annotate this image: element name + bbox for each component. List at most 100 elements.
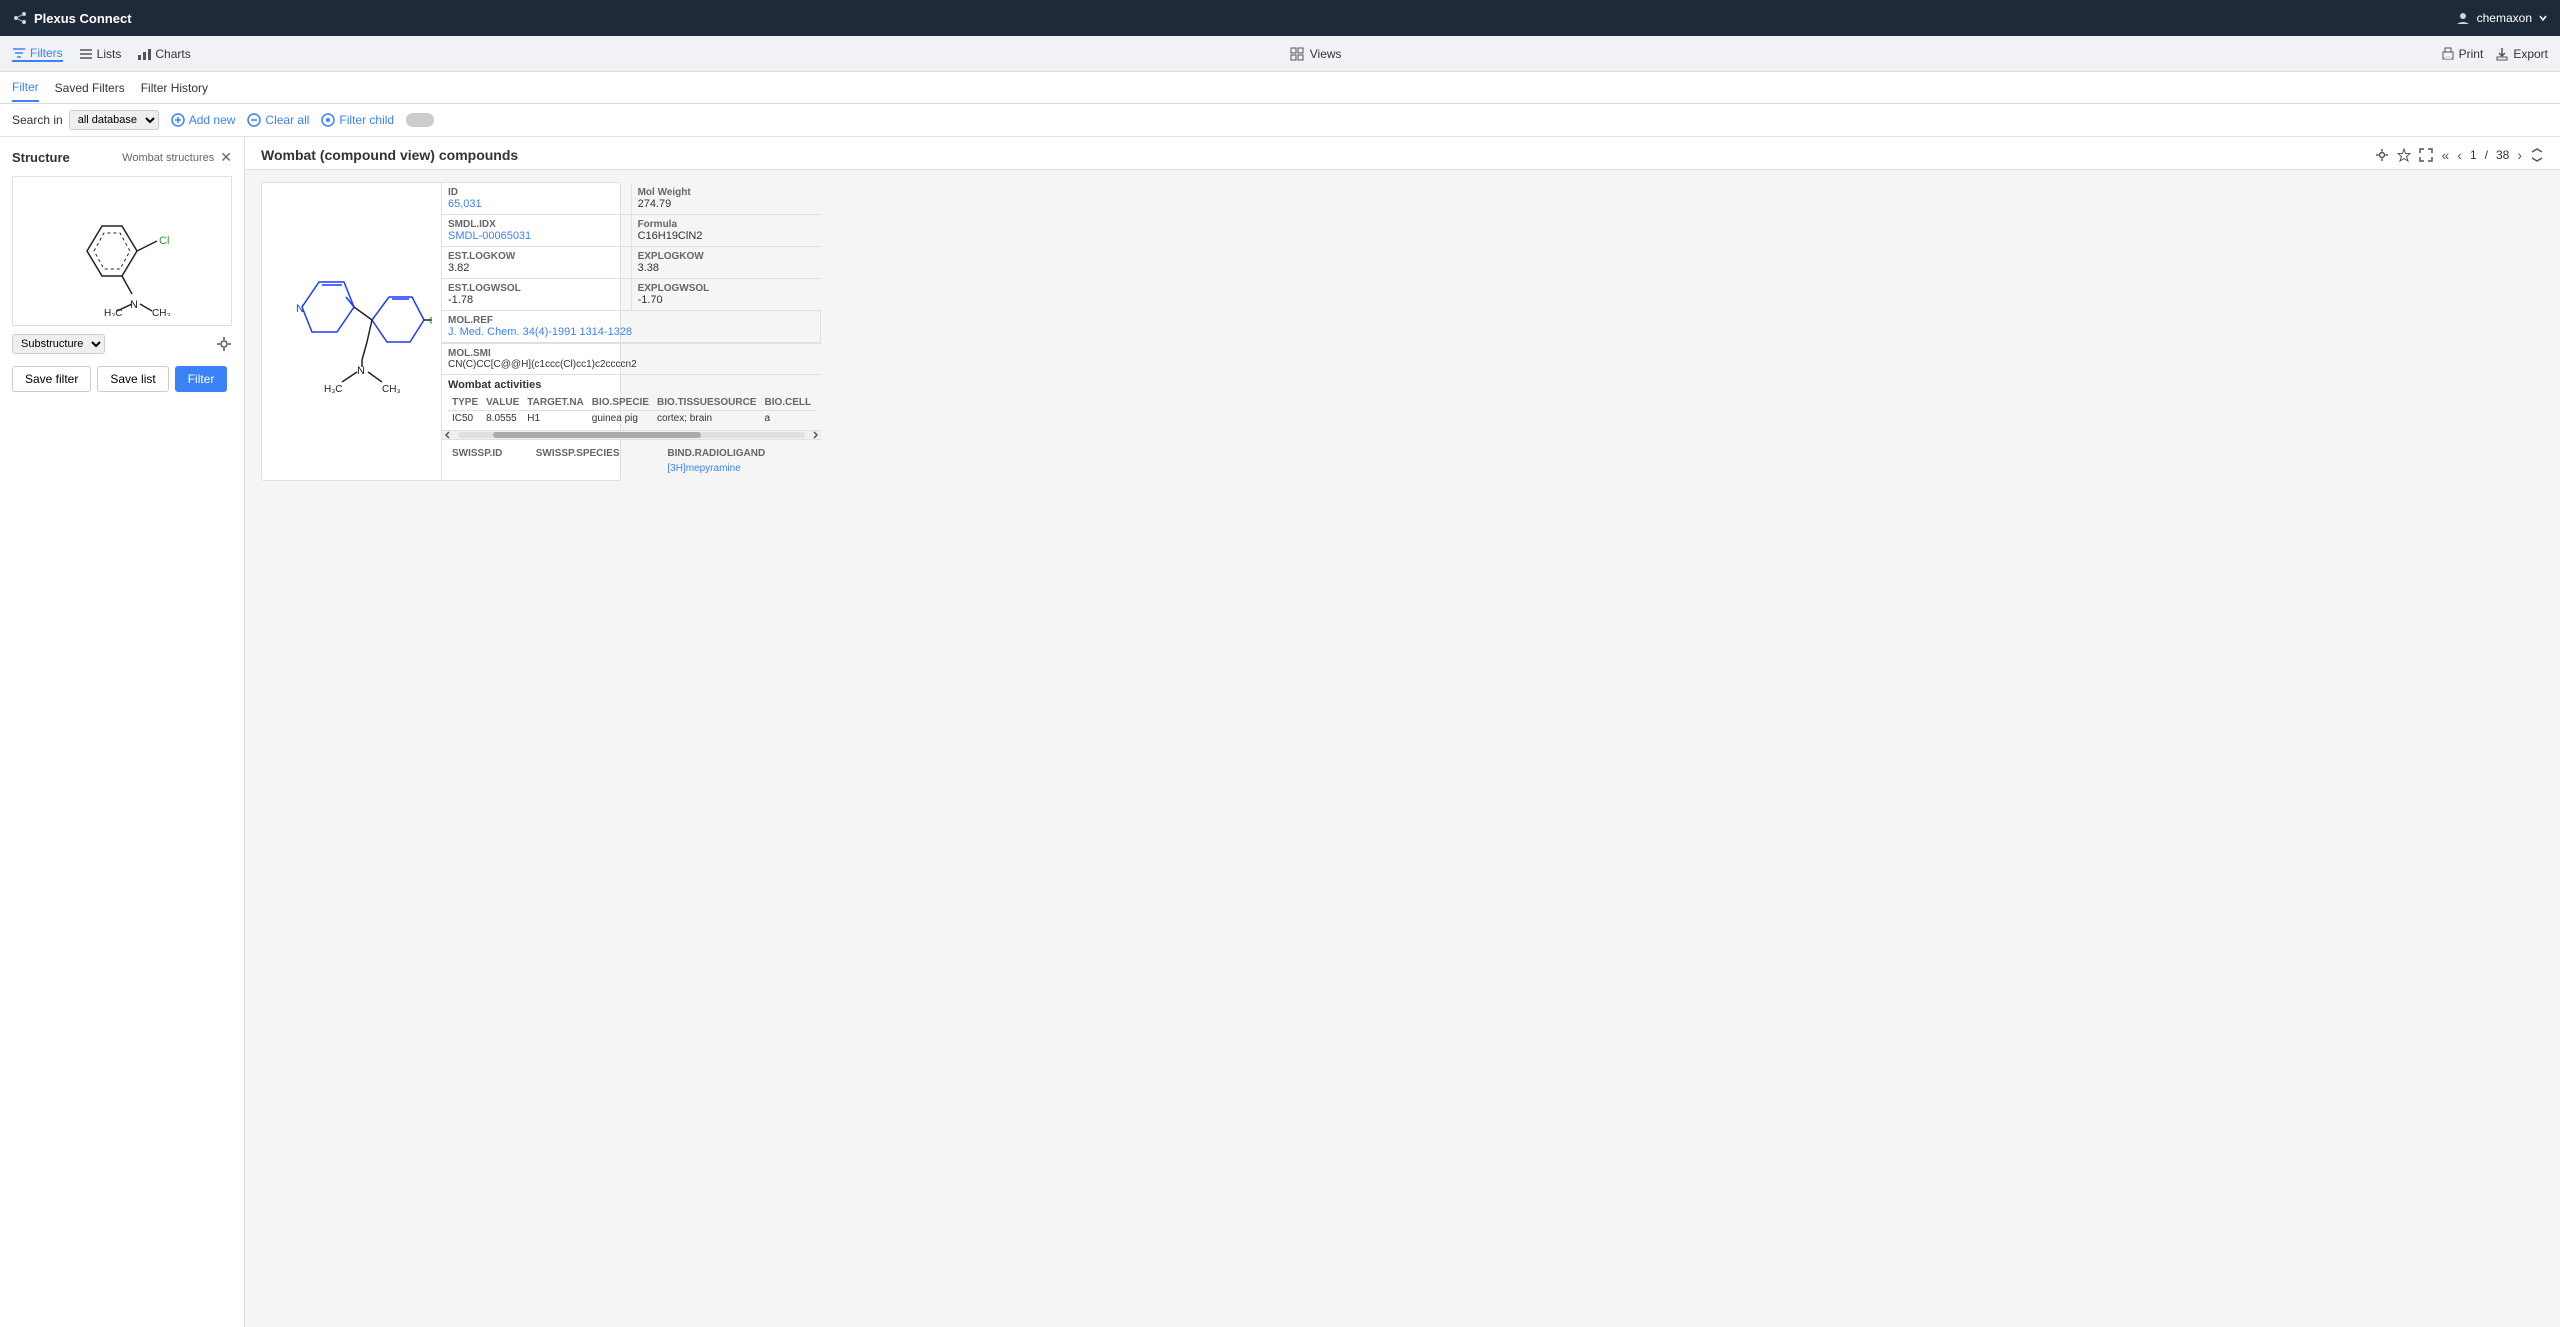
activities-section: Wombat activities TYPE VALUE TARGET.NA B… <box>442 375 821 430</box>
clear-all-label: Clear all <box>265 113 309 127</box>
filter-bar: Search in all database Add new Clear all <box>0 104 2560 137</box>
add-new-btn[interactable]: Add new <box>171 113 236 127</box>
cell-cell: a <box>760 411 815 427</box>
scroll-left-arrow[interactable] <box>444 431 452 439</box>
print-btn[interactable]: Print <box>2441 47 2484 61</box>
settings2-icon[interactable] <box>2375 148 2389 162</box>
database-select[interactable]: all database <box>69 110 159 130</box>
tab-filter[interactable]: Filter <box>12 74 39 102</box>
expand-icon[interactable] <box>2419 148 2433 162</box>
svg-text:CH₃: CH₃ <box>382 384 401 395</box>
smdl-idx-cell: SMDL.IDX SMDL-00065031 <box>442 215 632 247</box>
toolbar-left: Filters Lists Charts <box>12 46 191 62</box>
search-section: Search in all database <box>12 110 159 130</box>
list-icon <box>79 47 93 61</box>
views-btn[interactable]: Views <box>1290 47 1342 61</box>
formula-value: C16H19ClN2 <box>638 230 816 242</box>
filter-btn[interactable]: Filter <box>175 366 228 392</box>
first-page-btn[interactable]: « <box>2441 147 2449 163</box>
clear-all-btn[interactable]: Clear all <box>247 113 309 127</box>
substructure-select[interactable]: Substructure Exact Similarity <box>12 334 105 354</box>
exp-logkow-label: EXPLOGKOW <box>638 251 816 262</box>
scroll-right-arrow[interactable] <box>811 431 819 439</box>
compound-card: N Cl <box>261 182 621 481</box>
table-row: [3H]mepyramine <box>448 461 815 476</box>
content-header: Wombat (compound view) compounds <box>245 137 2560 170</box>
horizontal-scrollbar[interactable] <box>442 430 821 440</box>
header-right: chemaxon <box>2455 10 2548 26</box>
formula-cell: Formula C16H19ClN2 <box>632 215 822 247</box>
charts-tab[interactable]: Charts <box>137 47 190 61</box>
export-btn[interactable]: Export <box>2495 47 2548 61</box>
collapse-icon[interactable] <box>2530 148 2544 162</box>
id-label: ID <box>448 187 625 198</box>
close-filter-btn[interactable]: ✕ <box>220 149 232 166</box>
search-in-label: Search in <box>12 113 63 127</box>
mol-ref-value: J. Med. Chem. 34(4)-1991 1314-1328 <box>448 326 814 338</box>
content-area: Wombat (compound view) compounds <box>245 137 2560 1327</box>
filters-label: Filters <box>30 46 63 60</box>
est-logwsol-cell: EST.LOGWSOL -1.78 <box>442 279 632 311</box>
est-logkow-label: EST.LOGKOW <box>448 251 625 262</box>
filters-tab[interactable]: Filters <box>12 46 63 62</box>
mol-ref-label: MOL.REF <box>448 315 814 326</box>
swissp-header-row: SWISSP.ID SWISSP.SPECIES BIND.RADIOLIGAN… <box>448 446 815 461</box>
settings-icon[interactable] <box>216 336 232 352</box>
tab-filter-history[interactable]: Filter History <box>141 75 208 101</box>
est-logwsol-value: -1.78 <box>448 294 625 306</box>
minus-circle-icon <box>247 113 261 127</box>
smdl-idx-label: SMDL.IDX <box>448 219 625 230</box>
filter-panel-header: Structure Wombat structures ✕ <box>12 149 232 166</box>
filter-actions: Add new Clear all Filter child <box>171 113 434 127</box>
prev-page-btn[interactable]: ‹ <box>2457 147 2462 163</box>
next-page-btn[interactable]: › <box>2517 147 2522 163</box>
charts-label: Charts <box>155 47 190 61</box>
lists-tab[interactable]: Lists <box>79 47 122 61</box>
col-radioligand: BIND.RADIOLIGAND <box>663 446 815 461</box>
est-logkow-value: 3.82 <box>448 262 625 274</box>
plexus-icon <box>12 10 28 26</box>
filter-child-icon <box>321 113 335 127</box>
filter-panel-title: Structure <box>12 150 70 165</box>
svg-text:Cl: Cl <box>429 315 432 327</box>
print-label: Print <box>2459 47 2484 61</box>
scrollbar-thumb[interactable] <box>493 432 701 438</box>
save-list-btn[interactable]: Save list <box>97 366 168 392</box>
mol-smi-label: MOL.SMI <box>448 348 815 359</box>
exp-logkow-value: 3.38 <box>638 262 816 274</box>
id-value: 65,031 <box>448 198 625 210</box>
add-new-label: Add new <box>189 113 236 127</box>
svg-text:N: N <box>296 303 304 315</box>
sub-toolbar: Filter Saved Filters Filter History <box>0 72 2560 104</box>
filter-icon <box>12 46 26 60</box>
col-target: TARGET.NA <box>523 395 587 411</box>
filter-child-btn[interactable]: Filter child <box>321 113 394 127</box>
formula-label: Formula <box>638 219 816 230</box>
header-left: Plexus Connect <box>12 10 132 26</box>
save-filter-btn[interactable]: Save filter <box>12 366 91 392</box>
compound-molecule-svg: N Cl <box>272 252 432 412</box>
compound-data-section: ID 65,031 Mol Weight 274.79 SMDL.IDX SMD… <box>442 183 821 480</box>
swissp-section: SWISSP.ID SWISSP.SPECIES BIND.RADIOLIGAN… <box>442 440 821 480</box>
smdl-idx-value: SMDL-00065031 <box>448 230 625 242</box>
exp-logwsol-value: -1.70 <box>638 294 816 306</box>
est-logkow-cell: EST.LOGKOW 3.82 <box>442 247 632 279</box>
toggle-switch[interactable] <box>406 113 434 127</box>
id-cell: ID 65,031 <box>442 183 632 215</box>
cell-type: IC50 <box>448 411 482 427</box>
exp-logkow-cell: EXPLOGKOW 3.38 <box>632 247 822 279</box>
chevron-down-icon[interactable] <box>2538 13 2548 23</box>
content-body: N Cl <box>245 170 2560 1327</box>
views-icon <box>1290 47 1304 61</box>
views-label: Views <box>1310 47 1342 61</box>
cell-species: guinea pig <box>588 411 653 427</box>
cell-value: 8.0555 <box>482 411 523 427</box>
star-icon[interactable] <box>2397 148 2411 162</box>
activities-table: TYPE VALUE TARGET.NA BIO.SPECIE BIO.TISS… <box>448 395 815 426</box>
mol-weight-label: Mol Weight <box>638 187 816 198</box>
scrollbar-track[interactable] <box>458 432 805 438</box>
table-row: IC50 8.0555 H1 guinea pig cortex; brain … <box>448 411 815 427</box>
main-layout: Structure Wombat structures ✕ Cl N <box>0 137 2560 1327</box>
tab-saved-filters[interactable]: Saved Filters <box>55 75 125 101</box>
col-species: BIO.SPECIE <box>588 395 653 411</box>
